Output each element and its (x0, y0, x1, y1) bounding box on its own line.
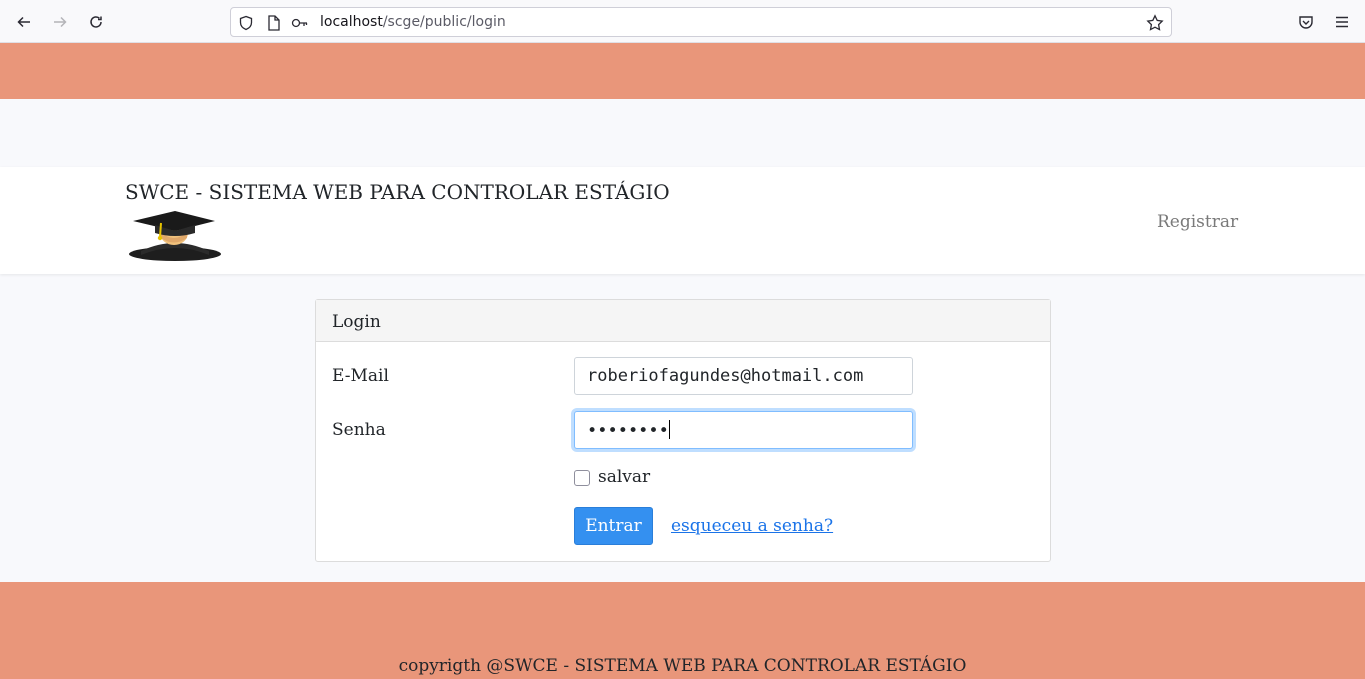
graduation-cap-logo (125, 211, 225, 263)
forgot-password-link[interactable]: esqueceu a senha? (671, 516, 833, 536)
top-band (0, 43, 1365, 99)
pocket-icon[interactable] (1294, 10, 1318, 34)
shield-icon[interactable] (237, 14, 255, 32)
remember-checkbox[interactable] (574, 470, 590, 486)
site-footer: copyrigth @SWCE - SISTEMA WEB PARA CONTR… (0, 582, 1365, 679)
password-value: •••••••• (587, 421, 669, 441)
reload-icon[interactable] (84, 10, 108, 34)
page-icon (265, 14, 283, 32)
password-label: Senha (332, 420, 386, 440)
password-field[interactable]: •••••••• (574, 411, 913, 449)
star-icon[interactable] (1146, 14, 1164, 32)
login-button[interactable]: Entrar (574, 507, 653, 545)
card-title: Login (316, 300, 1050, 342)
copyright-text: copyrigth @SWCE - SISTEMA WEB PARA CONTR… (398, 656, 967, 676)
back-icon[interactable] (12, 10, 36, 34)
address-bar[interactable]: localhost/scge/public/login (230, 7, 1172, 37)
menu-icon[interactable] (1330, 10, 1354, 34)
browser-toolbar: localhost/scge/public/login (0, 0, 1365, 43)
url-text: localhost/scge/public/login (320, 14, 506, 30)
brand-title[interactable]: SWCE - SISTEMA WEB PARA CONTROLAR ESTÁGI… (125, 180, 670, 204)
text-cursor (668, 420, 670, 439)
register-link[interactable]: Registrar (1157, 212, 1238, 232)
login-card: Login E-Mail roberiofagundes@hotmail.com… (315, 299, 1051, 562)
email-label: E-Mail (332, 366, 389, 386)
remember-label[interactable]: salvar (598, 467, 650, 487)
forward-icon[interactable] (48, 10, 72, 34)
key-icon[interactable] (291, 14, 309, 32)
site-navbar: SWCE - SISTEMA WEB PARA CONTROLAR ESTÁGI… (0, 167, 1365, 274)
email-field[interactable]: roberiofagundes@hotmail.com (574, 357, 913, 395)
